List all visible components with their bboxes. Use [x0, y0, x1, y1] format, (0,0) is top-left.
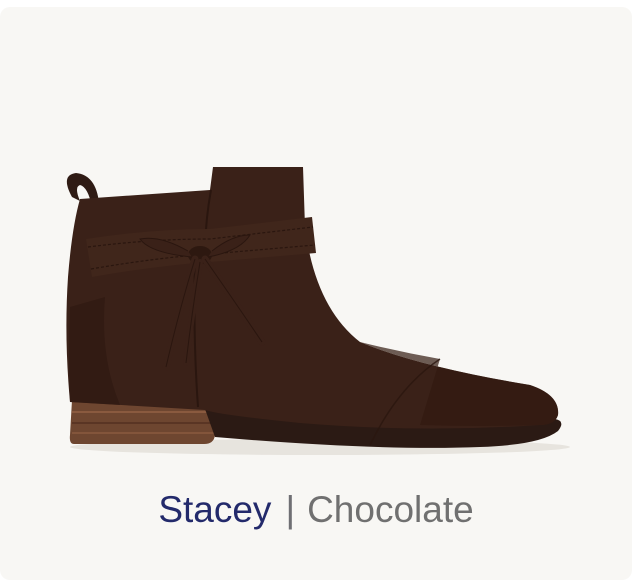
product-card[interactable]: Stacey | Chocolate [0, 7, 632, 580]
product-name[interactable]: Stacey [158, 489, 271, 530]
product-color-name: Chocolate [307, 489, 474, 530]
caption-separator: | [285, 489, 296, 530]
product-caption[interactable]: Stacey | Chocolate [0, 485, 632, 535]
ankle-boot-image[interactable] [0, 7, 632, 477]
